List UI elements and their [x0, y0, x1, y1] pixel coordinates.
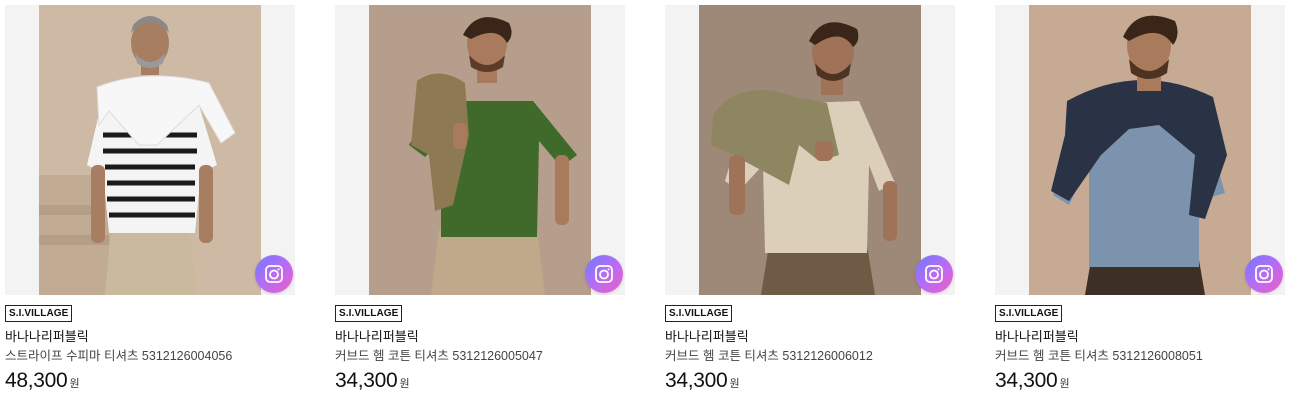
product-name[interactable]: 커브드 헴 코튼 티셔츠 5312126006012 — [665, 348, 955, 364]
price-currency: 원 — [1059, 378, 1070, 390]
product-card[interactable]: S.I.VILLAGE 바나나리퍼블릭 커브드 헴 코튼 티셔츠 5312126… — [995, 5, 1285, 405]
price-row: 34,300 원 — [995, 369, 1285, 393]
product-name[interactable]: 커브드 헴 코튼 티셔츠 5312126005047 — [335, 348, 625, 364]
price-row: 48,300 원 — [5, 369, 295, 393]
store-badge: S.I.VILLAGE — [665, 305, 733, 322]
image-search-button[interactable] — [255, 255, 293, 293]
price-row: 34,300 원 — [665, 369, 955, 393]
product-brand[interactable]: 바나나리퍼블릭 — [335, 329, 625, 345]
product-photo[interactable] — [39, 5, 261, 295]
product-brand[interactable]: 바나나리퍼블릭 — [665, 329, 955, 345]
product-photo-graphic — [369, 5, 591, 295]
product-image-container[interactable] — [335, 5, 625, 295]
price-currency: 원 — [399, 378, 410, 390]
price-currency: 원 — [729, 378, 740, 390]
camera-search-icon — [595, 265, 613, 283]
product-image-container[interactable] — [5, 5, 295, 295]
product-photo-graphic — [699, 5, 921, 295]
product-photo-graphic — [39, 5, 261, 295]
product-photo-graphic — [1029, 5, 1251, 295]
product-card[interactable]: S.I.VILLAGE 바나나리퍼블릭 커브드 헴 코튼 티셔츠 5312126… — [665, 5, 955, 405]
product-image-container[interactable] — [665, 5, 955, 295]
image-search-button[interactable] — [1245, 255, 1283, 293]
product-price: 34,300 — [665, 369, 728, 392]
product-brand[interactable]: 바나나리퍼블릭 — [995, 329, 1285, 345]
product-brand[interactable]: 바나나리퍼블릭 — [5, 329, 295, 345]
price-currency: 원 — [69, 378, 80, 390]
product-card[interactable]: S.I.VILLAGE 바나나리퍼블릭 스트라이프 수피마 티셔츠 531212… — [5, 5, 295, 405]
product-image-container[interactable] — [995, 5, 1285, 295]
product-price: 48,300 — [5, 369, 68, 392]
product-photo[interactable] — [1029, 5, 1251, 295]
product-name[interactable]: 스트라이프 수피마 티셔츠 5312126004056 — [5, 348, 295, 364]
image-search-button[interactable] — [915, 255, 953, 293]
price-row: 34,300 원 — [335, 369, 625, 393]
product-photo[interactable] — [369, 5, 591, 295]
image-search-button[interactable] — [585, 255, 623, 293]
product-grid: S.I.VILLAGE 바나나리퍼블릭 스트라이프 수피마 티셔츠 531212… — [0, 0, 1293, 408]
product-price: 34,300 — [995, 369, 1058, 392]
store-badge: S.I.VILLAGE — [5, 305, 73, 322]
camera-search-icon — [1255, 265, 1273, 283]
camera-search-icon — [925, 265, 943, 283]
product-card[interactable]: S.I.VILLAGE 바나나리퍼블릭 커브드 헴 코튼 티셔츠 5312126… — [335, 5, 625, 405]
product-name[interactable]: 커브드 헴 코튼 티셔츠 5312126008051 — [995, 348, 1285, 364]
store-badge: S.I.VILLAGE — [995, 305, 1063, 322]
product-photo[interactable] — [699, 5, 921, 295]
product-price: 34,300 — [335, 369, 398, 392]
store-badge: S.I.VILLAGE — [335, 305, 403, 322]
camera-search-icon — [265, 265, 283, 283]
